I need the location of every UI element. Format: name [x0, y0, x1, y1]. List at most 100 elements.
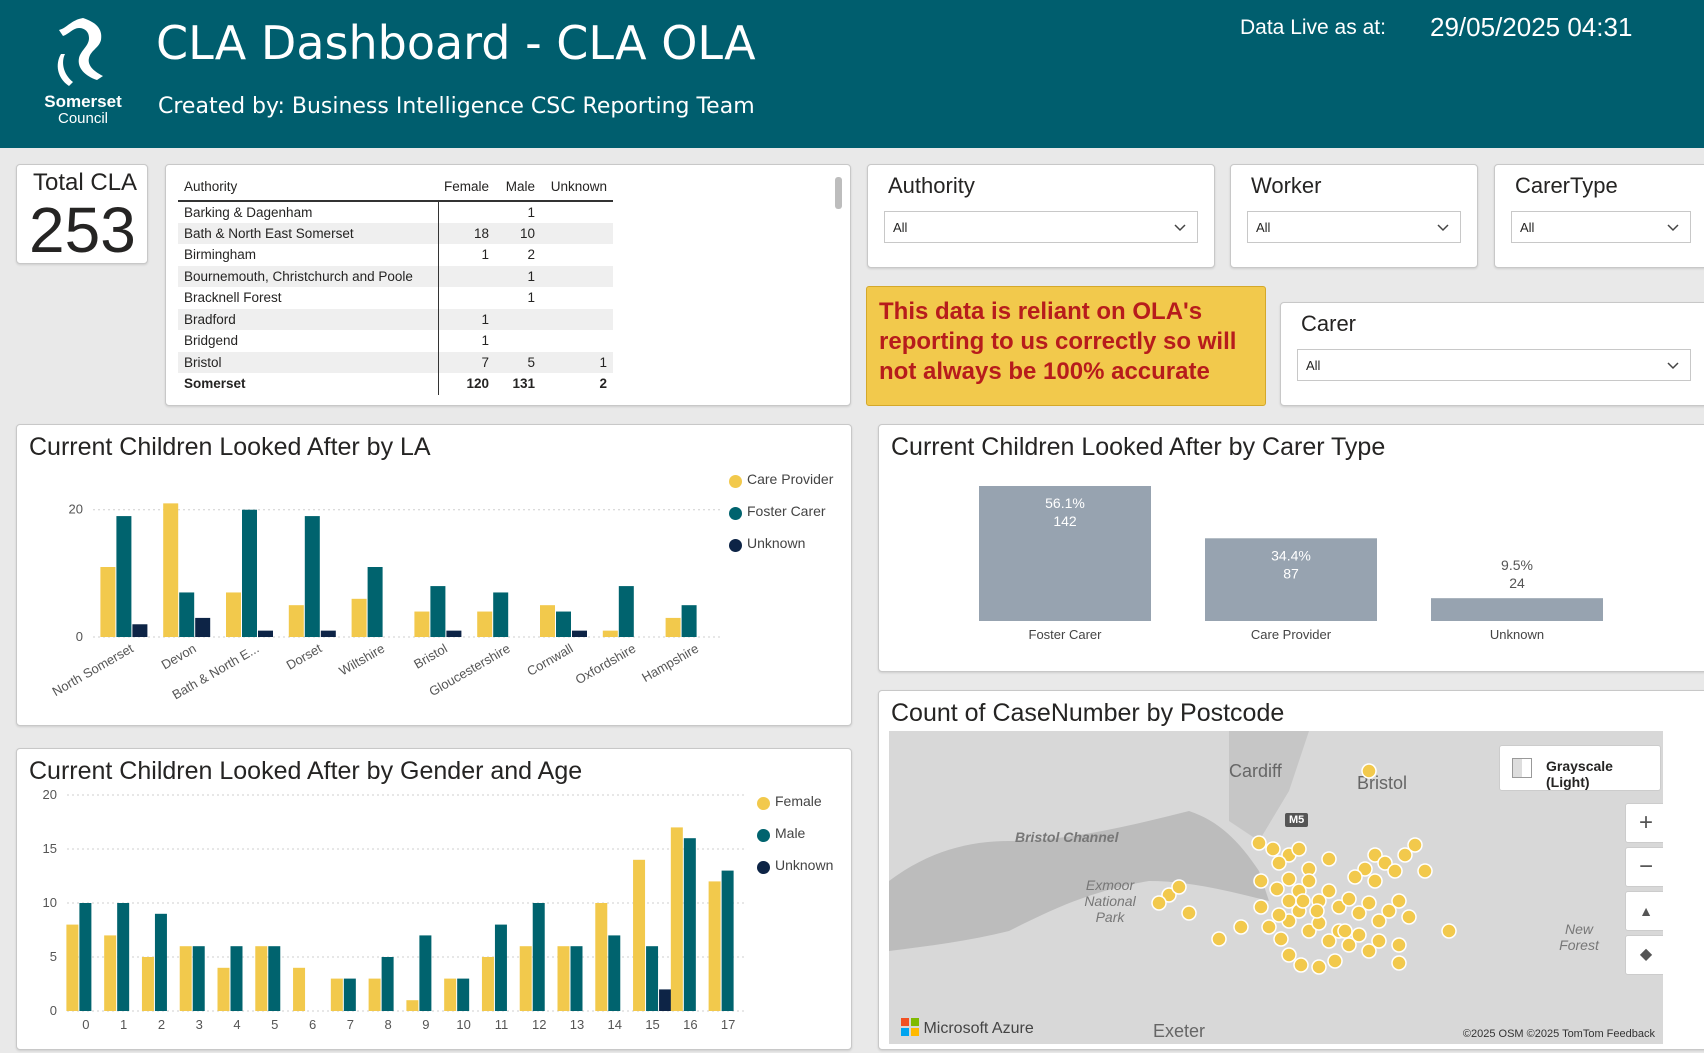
worker-dropdown[interactable]: All — [1247, 211, 1461, 243]
col-authority[interactable]: Authority — [178, 175, 438, 202]
x-tick-label: 7 — [347, 1017, 354, 1032]
table-scrollbar[interactable] — [835, 177, 842, 209]
legend-dot — [757, 829, 770, 842]
x-tick-label: Cornwall — [524, 641, 575, 679]
pitch-button[interactable]: ▲ — [1625, 891, 1663, 931]
legend-item[interactable]: Unknown — [757, 857, 833, 889]
map-title: Count of CaseNumber by Postcode — [891, 699, 1285, 727]
postcode-dot — [1211, 931, 1227, 947]
table-row[interactable]: Bridgend 1 — [178, 330, 613, 352]
bar — [268, 946, 281, 1011]
carer-slicer: Carer All — [1280, 302, 1704, 406]
page-subtitle: Created by: Business Intelligence CSC Re… — [158, 94, 755, 119]
x-tick-label: 3 — [196, 1017, 203, 1032]
table-row[interactable]: Bradford 1 — [178, 308, 614, 330]
table-row[interactable]: Somerset 120 131 2 — [178, 373, 613, 395]
table-cell: Bridgend — [178, 330, 439, 352]
bar — [681, 605, 697, 637]
col-male[interactable]: Male — [495, 175, 542, 202]
table-row[interactable]: Barking & Dagenham 1 — [178, 201, 613, 223]
x-tick-label: Foster Carer — [1029, 627, 1103, 642]
y-tick-label: 0 — [50, 1003, 57, 1018]
table-cell: 1 — [527, 204, 536, 220]
bar — [163, 503, 179, 637]
x-tick-label: 11 — [495, 1017, 509, 1032]
legend-dot — [729, 507, 742, 520]
postcode-dot — [1171, 879, 1187, 895]
bar — [255, 946, 268, 1011]
percent-label: 9.5% — [1501, 557, 1533, 573]
table-cell: 1 — [541, 351, 614, 373]
postcode-dot — [1233, 919, 1249, 935]
authority-dropdown[interactable]: All — [884, 211, 1198, 243]
table-cell: 7 — [438, 351, 496, 373]
table-cell: Somerset — [178, 373, 439, 395]
carer-dropdown-value: All — [1306, 358, 1321, 373]
postcode-dot — [1269, 881, 1285, 897]
zoom-out-button[interactable]: − — [1625, 847, 1663, 887]
postcode-dot — [1261, 919, 1277, 935]
bar — [351, 598, 367, 637]
x-tick-label: Bristol — [411, 641, 450, 672]
carertype-dropdown[interactable]: All — [1511, 211, 1691, 243]
postcode-dot — [1151, 895, 1167, 911]
legend-item[interactable]: Unknown — [729, 535, 833, 567]
postcode-dot — [1271, 855, 1287, 871]
table-cell: 18 — [438, 222, 496, 244]
kpi-value: 253 — [29, 194, 136, 266]
logo-name: Somerset — [44, 92, 122, 111]
legend-item[interactable]: Care Provider — [729, 471, 833, 503]
carertype-slicer: CarerType All — [1494, 164, 1704, 268]
council-logo: Somerset Council — [28, 14, 138, 132]
authority-table: Authority Female Male Unknown Barking & … — [178, 175, 614, 395]
legend-item[interactable]: Male — [757, 825, 833, 857]
dragon-icon — [57, 18, 103, 86]
worker-slicer: Worker All — [1230, 164, 1478, 268]
table-cell: 2 — [527, 247, 536, 263]
legend-item[interactable]: Foster Carer — [729, 503, 833, 535]
postcode-dot — [1253, 899, 1269, 915]
table-row[interactable]: Bracknell Forest 1 — [178, 287, 613, 309]
x-tick-label: Hampshire — [639, 641, 701, 685]
azure-label: Microsoft Azure — [923, 1020, 1034, 1037]
col-unknown[interactable]: Unknown — [541, 175, 614, 202]
table-cell — [541, 244, 613, 266]
value-label: 24 — [1509, 575, 1525, 591]
x-tick-label: Unknown — [1490, 627, 1544, 642]
bar — [406, 1000, 419, 1011]
bar — [116, 516, 132, 637]
map-style-button[interactable]: Grayscale (Light) — [1499, 745, 1661, 791]
bar — [242, 509, 257, 637]
bar — [343, 978, 356, 1011]
table-row[interactable]: Bristol 7 5 1 — [178, 351, 614, 373]
bar — [230, 946, 243, 1011]
bar — [494, 924, 507, 1011]
authority-table-card: Authority Female Male Unknown Barking & … — [165, 164, 851, 406]
legend-item[interactable]: Female — [757, 793, 833, 825]
table-cell: 1 — [438, 308, 496, 330]
table-row[interactable]: Birmingham 1 2 — [178, 244, 613, 266]
microsoft-icon — [901, 1018, 919, 1036]
zoom-in-button[interactable]: + — [1625, 803, 1663, 843]
bar — [330, 978, 343, 1011]
compass-button[interactable]: ◆ — [1625, 935, 1663, 975]
bar — [633, 859, 646, 1011]
postcode-dot — [1321, 851, 1337, 867]
x-tick-label: 14 — [608, 1017, 622, 1032]
chevron-down-icon — [1667, 224, 1679, 232]
postcode-map[interactable]: Cardiff Bristol Bristol Channel M5 Exmoo… — [889, 731, 1663, 1044]
carer-dropdown[interactable]: All — [1297, 349, 1691, 381]
x-tick-label: 17 — [721, 1017, 735, 1032]
col-female[interactable]: Female — [438, 175, 496, 202]
map-credits[interactable]: ©2025 OSM ©2025 TomTom Feedback — [1463, 1028, 1655, 1040]
bar — [595, 903, 608, 1011]
postcode-dot — [1321, 883, 1337, 899]
percent-label: 56.1% — [1045, 495, 1085, 511]
table-row[interactable]: Bath & North East Somerset 18 10 — [178, 222, 614, 244]
table-row[interactable]: Bournemouth, Christchurch and Poole 1 — [178, 265, 614, 287]
bar — [179, 946, 192, 1011]
bar — [618, 586, 634, 637]
table-cell — [541, 222, 614, 244]
table-cell: 1 — [481, 247, 490, 263]
data-live-value: 29/05/2025 04:31 — [1430, 12, 1633, 42]
